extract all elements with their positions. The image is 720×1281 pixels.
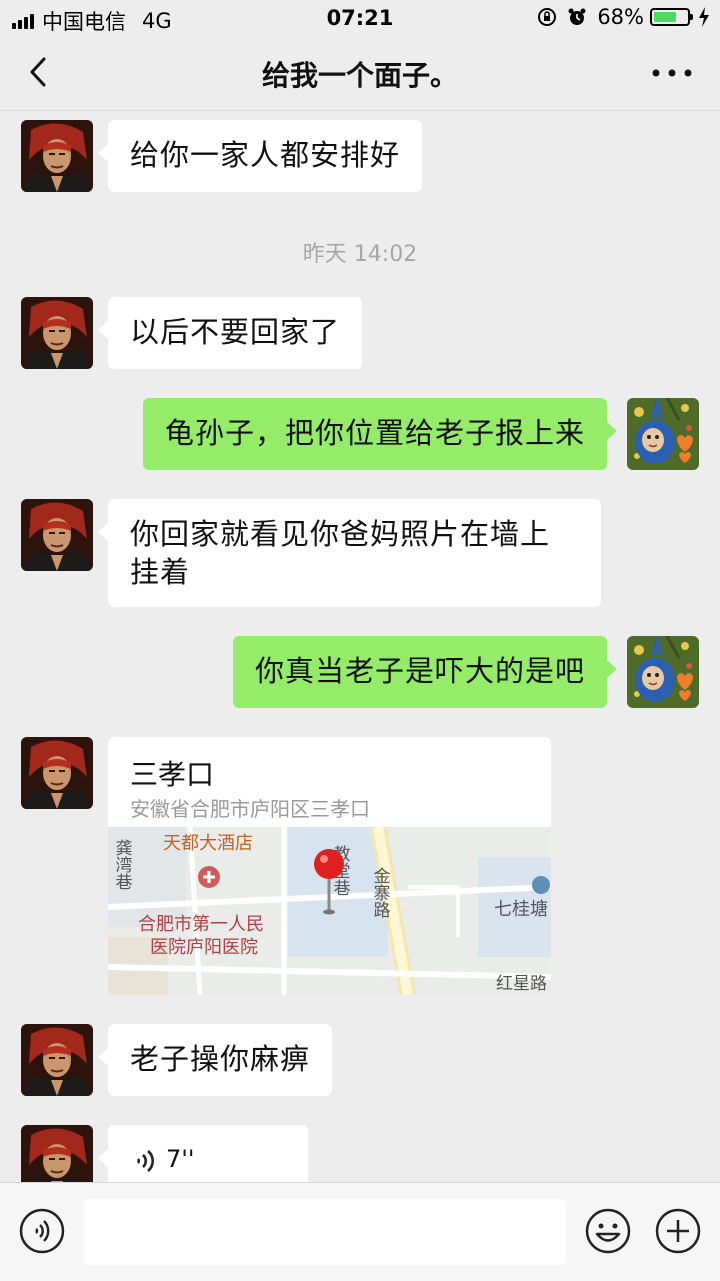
emoji-icon[interactable]	[584, 1207, 632, 1255]
plus-icon[interactable]	[654, 1207, 702, 1255]
message-row: 你真当老子是吓大的是吧	[0, 636, 720, 708]
location-address: 安徽省合肥市庐阳区三孝口	[130, 797, 370, 821]
message-row: 以后不要回家了	[0, 297, 720, 369]
chat-header: 给我一个面子。	[0, 36, 720, 111]
map-label-road: 金寨路	[371, 867, 391, 918]
message-bubble[interactable]: 你回家就看见你爸妈照片在墙上挂着	[98, 499, 601, 607]
message-bubble[interactable]: 以后不要回家了	[97, 297, 363, 369]
message-bubble[interactable]: 龟孙子，把你位置给老子报上来	[142, 398, 618, 470]
voice-mode-icon[interactable]	[18, 1207, 66, 1255]
voice-message-bubble[interactable]: 7''	[98, 1125, 308, 1182]
message-input[interactable]	[84, 1199, 566, 1265]
map-label-hospital: 医院庐阳医院	[150, 937, 258, 957]
message-list[interactable]: 给你一家人都安排好 昨天 14:02 以后不要回家了 龟孙子，把你位置给老子报上…	[0, 111, 720, 1182]
message-row: 龟孙子，把你位置给老子报上来	[0, 398, 720, 470]
alarm-icon	[568, 8, 586, 25]
battery-icon	[650, 8, 693, 26]
location-name: 三孝口	[130, 758, 215, 791]
map-label-lane: 龚湾巷	[113, 839, 133, 890]
ellipsis-icon[interactable]	[650, 58, 694, 88]
message-bubble[interactable]: 老子操你麻痹	[97, 1024, 333, 1096]
input-bar	[0, 1182, 720, 1281]
avatar[interactable]	[627, 398, 699, 470]
avatar[interactable]	[21, 499, 93, 571]
map-label-hospital: 合肥市第一人民	[138, 914, 264, 934]
location-map[interactable]: 天都大酒店 龚湾巷 教堂巷 金寨路 合肥市第一人民 医院庐阳医院 七桂塘 红星路	[108, 827, 551, 995]
message-bubble[interactable]: 你真当老子是吓大的是吧	[232, 636, 618, 708]
avatar[interactable]	[21, 1024, 93, 1096]
message-row: 三孝口 安徽省合肥市庐阳区三孝口 天都大酒店 龚湾巷 教堂巷 金寨路	[0, 737, 720, 995]
map-label-hotel: 天都大酒店	[163, 833, 253, 853]
battery-percent: 68%	[597, 5, 644, 29]
avatar[interactable]	[627, 636, 699, 708]
time-separator: 昨天 14:02	[302, 242, 418, 267]
map-label-area: 七桂塘	[494, 899, 548, 919]
status-bar: 中国电信 4G 07:21 68%	[0, 0, 720, 36]
message-bubble[interactable]: 给你一家人都安排好	[97, 120, 423, 192]
charging-bolt-icon	[699, 7, 709, 27]
avatar[interactable]	[21, 297, 93, 369]
message-row: 你回家就看见你爸妈照片在墙上挂着	[0, 499, 720, 607]
avatar[interactable]	[21, 737, 93, 809]
chat-title: 给我一个面子。	[261, 59, 458, 92]
avatar[interactable]	[21, 1125, 93, 1182]
message-row: 7''	[0, 1125, 720, 1182]
location-card[interactable]: 三孝口 安徽省合肥市庐阳区三孝口 天都大酒店 龚湾巷 教堂巷 金寨路	[108, 737, 551, 995]
message-row: 给你一家人都安排好	[0, 120, 720, 192]
map-label-road: 红星路	[496, 974, 547, 993]
avatar[interactable]	[21, 120, 93, 192]
voice-wave-icon	[136, 1150, 154, 1172]
voice-duration: 7''	[166, 1145, 195, 1173]
message-row: 老子操你麻痹	[0, 1024, 720, 1096]
rotation-lock-icon	[538, 8, 557, 26]
